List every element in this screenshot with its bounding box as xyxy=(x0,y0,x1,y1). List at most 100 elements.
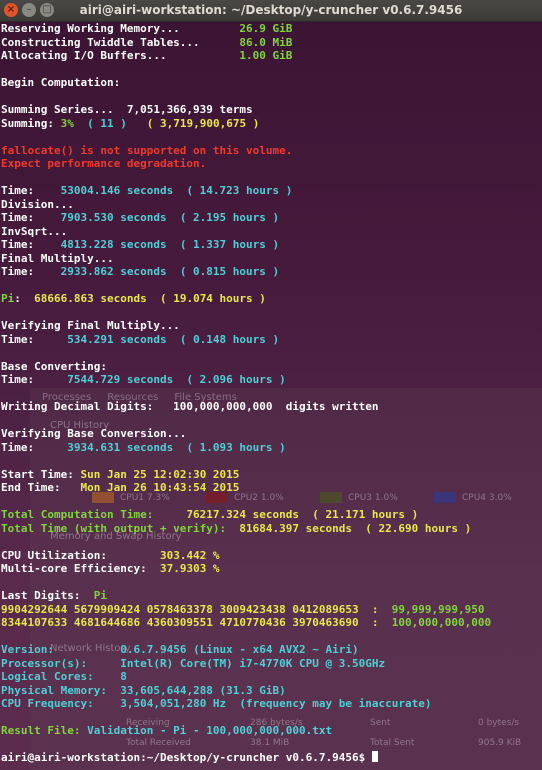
terminal-line: 8344107633 4681644686 4360309551 4710770… xyxy=(1,616,541,630)
terminal-cursor xyxy=(371,751,378,762)
terminal-text: 9904292644 5679909424 0578463378 3009423… xyxy=(1,602,392,616)
terminal-text: 3934.631 seconds ( 1.093 hours ) xyxy=(67,440,286,454)
terminal-text: Start Time: xyxy=(1,467,81,481)
terminal-line: Begin Computation: xyxy=(1,76,541,90)
terminal-text: InvSqrt... xyxy=(1,224,68,238)
terminal-line: Time: 4813.228 seconds ( 1.337 hours ) xyxy=(1,238,541,252)
terminal-line: Expect performance degradation. xyxy=(1,157,541,171)
terminal-text: Intel(R) Core(TM) i7-4770K CPU @ 3.50GHz xyxy=(120,656,386,670)
terminal-text: Time: xyxy=(1,265,61,278)
terminal-line: Total Time (with output + verify): 81684… xyxy=(1,522,541,536)
terminal-text: Validation - Pi - 100,000,000,000.txt xyxy=(87,724,333,737)
terminal-text: CPU Frequency: xyxy=(1,697,121,710)
terminal-text: ( 3,719,900,675 ) xyxy=(146,116,260,130)
terminal-line: Last Digits: Pi xyxy=(1,589,541,603)
terminal-text: Verifying Final Multiply... xyxy=(1,319,180,332)
terminal-line: Summing: 3% ( 11 ) ( 3,719,900,675 ) xyxy=(1,117,541,131)
terminal-text: fallocate() is not supported on this vol… xyxy=(1,143,293,157)
terminal-text: Processor(s): xyxy=(1,656,121,670)
terminal-text: 1.00 GiB xyxy=(239,49,293,62)
terminal-line: Allocating I/O Buffers... 1.00 GiB xyxy=(1,49,541,63)
terminal-text: 37.9303 % xyxy=(159,562,220,575)
terminal-line: Verifying Base Conversion... xyxy=(1,427,541,441)
terminal-text: Sun Jan 25 12:02:30 2015 xyxy=(80,467,240,481)
terminal-text: Time: xyxy=(1,211,61,224)
terminal-text: 8 xyxy=(120,670,127,683)
terminal-line: Base Converting: xyxy=(1,360,541,374)
terminal-text: Final Multiply... xyxy=(1,251,114,265)
terminal-line: Division... xyxy=(1,198,541,212)
terminal-text: 534.291 seconds ( 0.148 hours ) xyxy=(67,332,280,346)
terminal-line: End Time: Mon Jan 26 10:43:54 2015 xyxy=(1,481,541,495)
terminal-text: 2933.862 seconds ( 0.815 hours ) xyxy=(60,265,280,278)
terminal-text: Pi xyxy=(1,292,15,305)
terminal-text: Summing: xyxy=(1,116,61,130)
terminal-text: Begin Computation: xyxy=(1,76,121,89)
window-title: airi@airi-workstation: ~/Desktop/y-crunc… xyxy=(79,3,463,17)
terminal-text: Time: xyxy=(1,184,61,197)
terminal-line: CPU Frequency: 3,504,051,280 Hz (frequen… xyxy=(1,697,541,711)
terminal-line: Summing Series... 7,051,366,939 terms xyxy=(1,103,541,117)
terminal-text: Allocating I/O Buffers... xyxy=(1,49,240,62)
terminal-text: Mon Jan 26 10:43:54 2015 xyxy=(80,481,240,494)
terminal-line: Start Time: Sun Jan 25 12:02:30 2015 xyxy=(1,468,541,482)
terminal-text: Logical Cores: xyxy=(1,670,121,683)
terminal-text: 3,504,051,280 Hz (frequency may be inacc… xyxy=(120,697,432,710)
terminal-text: CPU Utilization: xyxy=(1,548,160,562)
terminal-line: fallocate() is not supported on this vol… xyxy=(1,144,541,158)
terminal-text: 99,999,999,950 xyxy=(391,602,485,616)
terminal-line: Total Computation Time: 76217.324 second… xyxy=(1,508,541,522)
terminal-text: 53004.146 seconds ( 14.723 hours ) xyxy=(60,184,293,197)
terminal-line: Final Multiply... xyxy=(1,252,541,266)
terminal-line: InvSqrt... xyxy=(1,225,541,239)
terminal-text: 4813.228 seconds ( 1.337 hours ) xyxy=(60,238,280,251)
terminal-text: ( 11 ) xyxy=(87,116,127,130)
window-titlebar[interactable]: × – □ airi@airi-workstation: ~/Desktop/y… xyxy=(0,0,542,22)
terminal-text: Total Time (with output + verify): xyxy=(1,521,240,535)
terminal-text: Result File: xyxy=(1,724,88,737)
terminal-text: 0.6.7.9456 (Linux - x64 AVX2 ~ Airi) xyxy=(120,643,359,656)
terminal-text: Base Converting: xyxy=(1,359,107,373)
terminal-line: CPU Utilization: 303.442 % xyxy=(1,549,541,563)
terminal-text: 100,000,000,000 xyxy=(391,616,492,629)
terminal-text: 86.0 MiB xyxy=(239,35,293,49)
terminal-line: Time: 534.291 seconds ( 0.148 hours ) xyxy=(1,333,541,347)
terminal-text: Division... xyxy=(1,197,74,211)
terminal-text: 7903.530 seconds ( 2.195 hours ) xyxy=(60,211,280,224)
terminal-line: Time: 2933.862 seconds ( 0.815 hours ) xyxy=(1,265,541,279)
terminal-output[interactable]: Reserving Working Memory... 26.9 GiB Cons… xyxy=(1,22,541,765)
terminal-line: Physical Memory: 33,605,644,288 (31.3 Gi… xyxy=(1,684,541,698)
terminal-text: Time: xyxy=(1,332,68,346)
terminal-text: Writing Decimal Digits: 100,000,000,000 … xyxy=(1,400,379,413)
terminal-text: Version: xyxy=(1,643,121,656)
terminal-text: airi@airi-workstation:~/Desktop/y-crunch… xyxy=(1,751,372,764)
terminal-text: Constructing Twiddle Tables... xyxy=(1,35,240,49)
terminal-text: Reserving Working Memory... xyxy=(1,22,240,35)
terminal-text: Expect performance degradation. xyxy=(1,157,207,170)
terminal-text: 26.9 GiB xyxy=(239,22,293,35)
terminal-text: Pi xyxy=(93,589,107,602)
terminal-text: Last Digits: xyxy=(1,589,94,602)
terminal-line: Writing Decimal Digits: 100,000,000,000 … xyxy=(1,400,541,414)
terminal-text: Total Computation Time: xyxy=(1,508,187,521)
terminal-line: 9904292644 5679909424 0578463378 3009423… xyxy=(1,603,541,617)
terminal-text: Verifying Base Conversion... xyxy=(1,427,187,440)
terminal-text: 68666.863 seconds ( 19.074 hours ) xyxy=(34,292,266,305)
terminal-text: 7544.729 seconds ( 2.096 hours ) xyxy=(67,373,286,386)
terminal-line: Reserving Working Memory... 26.9 GiB xyxy=(1,22,541,36)
terminal-text: : xyxy=(14,292,35,305)
